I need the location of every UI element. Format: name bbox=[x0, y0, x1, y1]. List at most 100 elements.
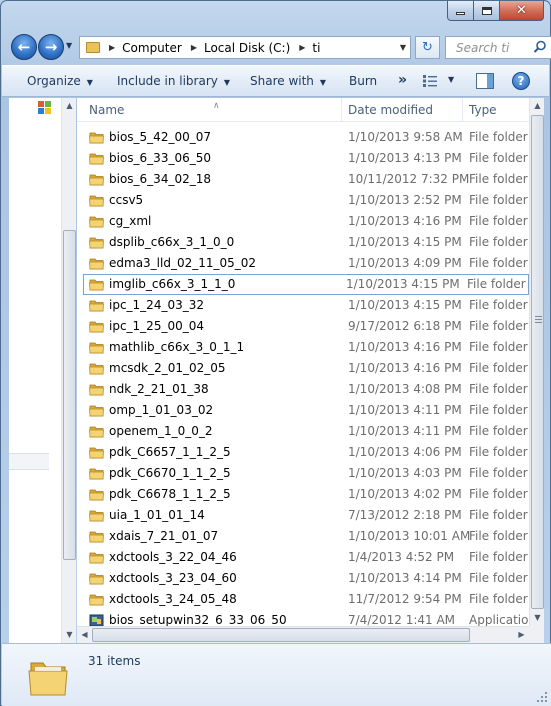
file-type: File folder bbox=[469, 235, 528, 249]
more-commands-button[interactable]: » bbox=[398, 72, 407, 88]
file-row[interactable]: xdctools_3_24_05_48 11/7/2012 9:54 PM File… bbox=[77, 589, 529, 610]
file-row[interactable]: mcsdk_2_01_02_05 1/10/2013 4:16 PM File fo… bbox=[77, 358, 529, 379]
breadcrumb-chevron-icon[interactable]: ▶ bbox=[191, 43, 197, 52]
scroll-down-arrow-icon[interactable]: ▼ bbox=[530, 610, 544, 626]
file-row[interactable]: xdctools_3_22_04_46 1/4/2013 4:52 PM File … bbox=[77, 547, 529, 568]
scroll-left-arrow-icon[interactable]: ◀ bbox=[77, 627, 92, 643]
scrollbar-thumb[interactable] bbox=[92, 628, 470, 642]
file-row[interactable]: ipc_1_25_00_04 9/17/2012 6:18 PM File fold… bbox=[77, 316, 529, 337]
file-row[interactable]: bios_6_34_02_18 10/11/2012 7:32 PM File fo… bbox=[77, 169, 529, 190]
file-name: bios_6_33_06_50 bbox=[109, 151, 211, 165]
file-row[interactable]: edma3_lld_02_11_05_02 1/10/2013 4:09 PM Fi… bbox=[77, 253, 529, 274]
navigation-pane-scrollbar[interactable]: ▲ ▼ bbox=[61, 98, 76, 643]
file-date-modified: 1/10/2013 4:16 PM bbox=[348, 361, 462, 375]
maximize-button[interactable] bbox=[474, 1, 500, 21]
file-row[interactable]: ipc_1_24_03_32 1/10/2013 4:15 PM File fold… bbox=[77, 295, 529, 316]
forward-button[interactable]: → bbox=[38, 34, 64, 60]
windows-logo-icon[interactable] bbox=[38, 101, 51, 114]
file-list: bios_5_42_00_07 1/10/2013 9:58 AM File fol… bbox=[77, 127, 536, 631]
scrollbar-thumb[interactable] bbox=[531, 115, 544, 609]
file-type: File folder bbox=[469, 424, 528, 438]
file-row[interactable]: pdk_C6657_1_1_2_5 1/10/2013 4:06 PM File f… bbox=[77, 442, 529, 463]
view-options-dropdown[interactable]: ▼ bbox=[448, 75, 454, 84]
scroll-up-arrow-icon[interactable]: ▲ bbox=[530, 98, 544, 114]
file-type: File folder bbox=[469, 319, 528, 333]
scrollbar-thumb[interactable] bbox=[63, 230, 76, 560]
file-name: ndk_2_21_01_38 bbox=[109, 382, 209, 396]
back-button[interactable]: ← bbox=[11, 34, 37, 60]
breadcrumb-computer[interactable]: Computer bbox=[122, 41, 182, 55]
file-row[interactable]: dsplib_c66x_3_1_0_0 1/10/2013 4:15 PM File… bbox=[77, 232, 529, 253]
file-type: File folder bbox=[469, 508, 528, 522]
file-row[interactable]: ccsv5 1/10/2013 2:52 PM File folder bbox=[77, 190, 529, 211]
details-pane: 31 items bbox=[2, 643, 551, 706]
file-row[interactable]: bios_6_33_06_50 1/10/2013 4:13 PM File fol… bbox=[77, 148, 529, 169]
file-row[interactable]: xdctools_3_23_04_60 1/10/2013 4:14 PM File… bbox=[77, 568, 529, 589]
address-folder-icon bbox=[86, 42, 100, 53]
file-date-modified: 1/10/2013 4:02 PM bbox=[348, 487, 462, 501]
file-row[interactable]: imglib_c66x_3_1_1_0 1/10/2013 4:15 PM File… bbox=[83, 274, 529, 295]
share-with-menu[interactable]: Share with ▼ bbox=[250, 74, 326, 88]
file-name: openem_1_0_0_2 bbox=[109, 424, 213, 438]
recent-pages-dropdown[interactable]: ▼ bbox=[66, 41, 72, 50]
refresh-button[interactable]: ↻ bbox=[415, 36, 440, 59]
file-name: xdais_7_21_01_07 bbox=[109, 529, 219, 543]
file-row[interactable]: cg_xml 1/10/2013 4:16 PM File folder bbox=[77, 211, 529, 232]
file-name: pdk_C6678_1_1_2_5 bbox=[109, 487, 231, 501]
file-row[interactable]: pdk_C6670_1_1_2_5 1/10/2013 4:03 PM File f… bbox=[77, 463, 529, 484]
change-view-icon[interactable] bbox=[423, 74, 437, 88]
file-date-modified: 1/10/2013 4:15 PM bbox=[346, 277, 460, 291]
organize-label: Organize bbox=[27, 74, 81, 88]
column-header-type-label: Type bbox=[469, 103, 497, 117]
item-count: 31 items bbox=[88, 654, 141, 668]
file-row[interactable]: ndk_2_21_01_38 1/10/2013 4:08 PM File fold… bbox=[77, 379, 529, 400]
file-date-modified: 1/10/2013 9:58 AM bbox=[348, 130, 463, 144]
include-in-library-menu[interactable]: Include in library ▼ bbox=[117, 74, 230, 88]
file-date-modified: 1/4/2013 4:52 PM bbox=[348, 550, 455, 564]
breadcrumb-chevron-icon[interactable]: ▶ bbox=[109, 43, 115, 52]
resize-grip-icon[interactable] bbox=[537, 692, 547, 702]
scroll-up-arrow-icon[interactable]: ▲ bbox=[62, 98, 77, 114]
scroll-down-arrow-icon[interactable]: ▼ bbox=[62, 627, 77, 643]
file-type: File folder bbox=[469, 172, 528, 186]
burn-button[interactable]: Burn bbox=[349, 74, 377, 88]
file-list-horizontal-scrollbar[interactable]: ◀ ▶ bbox=[77, 626, 529, 643]
file-list-vertical-scrollbar[interactable]: ▲ ▼ bbox=[529, 98, 544, 626]
file-row[interactable]: mathlib_c66x_3_0_1_1 1/10/2013 4:16 PM Fil… bbox=[77, 337, 529, 358]
file-name: mathlib_c66x_3_0_1_1 bbox=[109, 340, 245, 354]
file-type: File folder bbox=[469, 361, 528, 375]
search-icon[interactable] bbox=[533, 40, 547, 54]
column-header-name[interactable]: ∧ Name bbox=[83, 98, 342, 122]
file-type: File folder bbox=[469, 445, 528, 459]
breadcrumb-ti[interactable]: ti bbox=[312, 41, 320, 55]
minimize-button[interactable] bbox=[447, 1, 474, 21]
help-icon[interactable]: ? bbox=[512, 72, 530, 90]
file-name: xdctools_3_22_04_46 bbox=[109, 550, 237, 564]
navigation-pane-horizontal-scrollbar[interactable] bbox=[9, 453, 49, 470]
file-row[interactable]: pdk_C6678_1_1_2_5 1/10/2013 4:02 PM File f… bbox=[77, 484, 529, 505]
column-header-date-modified[interactable]: Date modified bbox=[342, 98, 463, 122]
file-row[interactable]: omp_1_01_03_02 1/10/2013 4:11 PM File fold… bbox=[77, 400, 529, 421]
column-header-date-label: Date modified bbox=[348, 103, 434, 117]
file-name: xdctools_3_24_05_48 bbox=[109, 592, 237, 606]
file-type: File folder bbox=[469, 529, 528, 543]
address-bar[interactable]: ▶ Computer ▶ Local Disk (C:) ▶ ti ▼ bbox=[79, 36, 411, 59]
file-date-modified: 1/10/2013 4:16 PM bbox=[348, 214, 462, 228]
address-history-dropdown[interactable]: ▼ bbox=[400, 43, 406, 52]
file-date-modified: 1/10/2013 4:03 PM bbox=[348, 466, 462, 480]
file-row[interactable]: xdais_7_21_01_07 1/10/2013 10:01 AM File f… bbox=[77, 526, 529, 547]
scroll-right-arrow-icon[interactable]: ▶ bbox=[514, 627, 529, 643]
preview-pane-icon[interactable] bbox=[476, 73, 494, 89]
file-row[interactable]: openem_1_0_0_2 1/10/2013 4:11 PM File fold… bbox=[77, 421, 529, 442]
organize-menu[interactable]: Organize ▼ bbox=[27, 74, 93, 88]
search-input[interactable]: Search ti bbox=[445, 36, 551, 59]
file-row[interactable]: bios_5_42_00_07 1/10/2013 9:58 AM File fol… bbox=[77, 127, 529, 148]
breadcrumb-chevron-icon[interactable]: ▶ bbox=[299, 43, 305, 52]
breadcrumb-local-disk[interactable]: Local Disk (C:) bbox=[204, 41, 290, 55]
column-header-type[interactable]: Type bbox=[463, 98, 533, 122]
file-name: omp_1_01_03_02 bbox=[109, 403, 214, 417]
file-type: File folder bbox=[469, 592, 528, 606]
file-row[interactable]: uia_1_01_01_14 7/13/2012 2:18 PM File fold… bbox=[77, 505, 529, 526]
column-header-name-label: Name bbox=[89, 103, 125, 117]
close-button[interactable]: ✕ bbox=[500, 1, 544, 21]
